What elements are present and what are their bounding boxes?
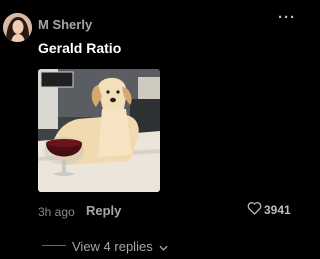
view-replies-label: View 4 replies xyxy=(72,238,153,254)
comment-text: Gerald Ratio xyxy=(38,40,122,56)
replies-divider xyxy=(42,245,66,246)
ellipsis-icon: ··· xyxy=(278,9,296,26)
reply-button[interactable]: Reply xyxy=(86,203,121,218)
more-options-button[interactable]: ··· xyxy=(278,9,296,26)
comment-image[interactable] xyxy=(38,69,160,192)
like-button[interactable]: 3941 xyxy=(247,201,291,220)
heart-outline-icon xyxy=(247,201,262,220)
like-count: 3941 xyxy=(264,203,291,217)
avatar[interactable] xyxy=(3,13,32,42)
view-replies-button[interactable]: View 4 replies xyxy=(72,237,168,255)
comment-timestamp: 3h ago xyxy=(38,205,75,219)
dog-wine-photo xyxy=(38,69,160,192)
comment-username[interactable]: M Sherly xyxy=(38,17,92,32)
chevron-down-icon xyxy=(159,239,168,254)
